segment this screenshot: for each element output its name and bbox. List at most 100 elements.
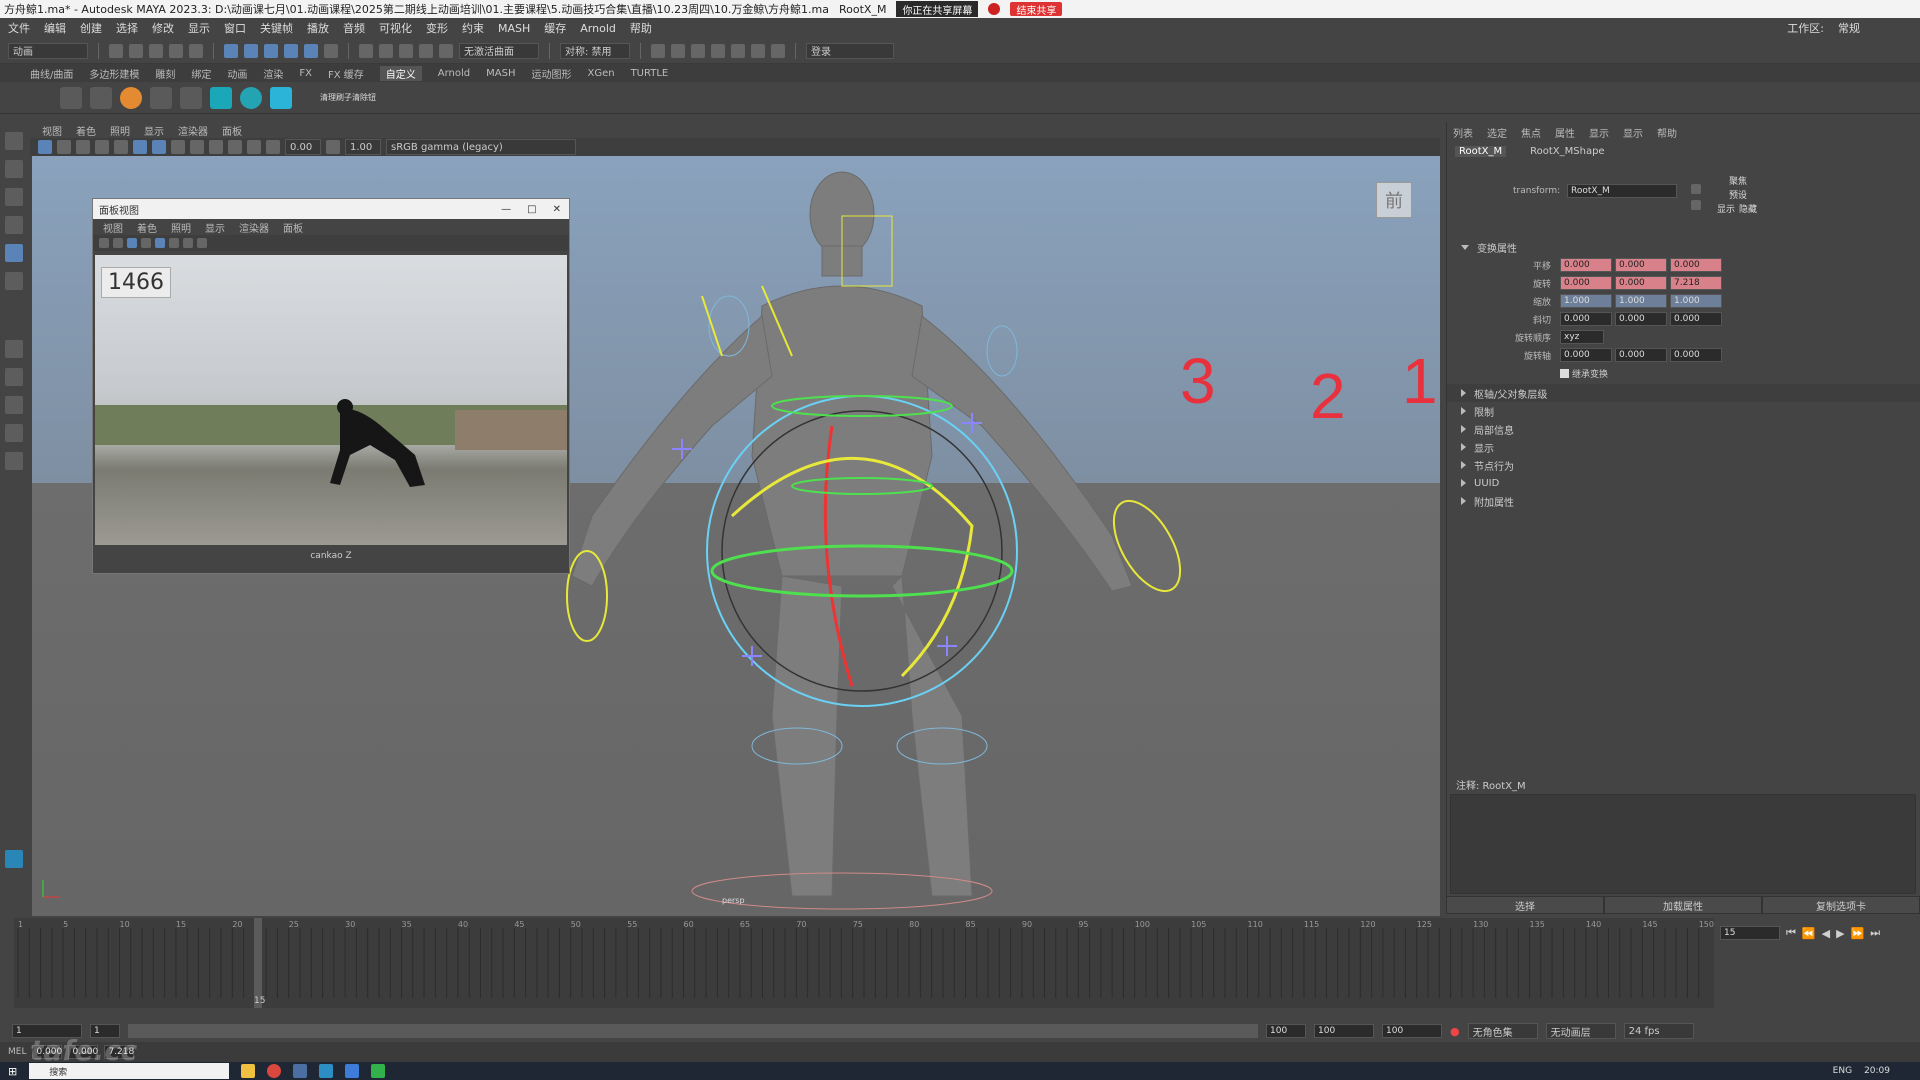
shadows-icon[interactable] <box>209 140 223 154</box>
shelf-tool-icon[interactable] <box>120 86 142 109</box>
viewport-menu-item[interactable]: 显示 <box>144 123 164 138</box>
step-back-frame-icon[interactable]: ◀ <box>1822 927 1830 940</box>
shelf-tab[interactable]: FX <box>299 68 312 79</box>
reference-window-titlebar[interactable]: 面板视图 — □ ✕ <box>93 199 569 219</box>
shelf-tab[interactable]: 曲线/曲面 <box>30 66 73 81</box>
move-tool-icon[interactable] <box>5 216 23 234</box>
hide-button[interactable]: 隐藏 <box>1739 202 1757 215</box>
rotate-tool-icon[interactable] <box>5 244 23 262</box>
viewport-menu-item[interactable]: 面板 <box>222 123 242 138</box>
lasso-tool-icon[interactable] <box>5 160 23 178</box>
windows-start-icon[interactable]: ⊞ <box>8 1065 17 1078</box>
shelf-folder-icon[interactable] <box>90 86 112 109</box>
select-component-icon[interactable] <box>264 43 278 58</box>
panel-tool-icon[interactable] <box>183 238 193 248</box>
maya-taskbar-icon[interactable] <box>319 1064 334 1078</box>
shelf-tab[interactable]: 多边形建模 <box>89 66 139 81</box>
render-frame-icon[interactable] <box>671 43 685 58</box>
panel-menu-item[interactable]: 视图 <box>103 220 123 235</box>
menu-item[interactable]: 编辑 <box>44 20 66 36</box>
shelf-tab[interactable]: FX 缓存 <box>328 66 364 81</box>
shelf-script-icon[interactable] <box>60 86 82 109</box>
color-space-dropdown[interactable]: sRGB gamma (legacy) <box>386 139 576 155</box>
snap-point-icon[interactable] <box>399 43 413 58</box>
live-surface-field[interactable]: 无激活曲面 <box>459 42 539 59</box>
rotate-axis-z-field[interactable]: 0.000 <box>1670 348 1722 362</box>
viewport-menu-item[interactable]: 照明 <box>110 123 130 138</box>
xray-icon[interactable] <box>228 140 242 154</box>
four-view-icon[interactable] <box>5 368 23 386</box>
taskbar-search[interactable]: 搜索 <box>29 1063 230 1079</box>
single-view-icon[interactable] <box>5 340 23 358</box>
ae-menu-item[interactable]: 帮助 <box>1657 125 1677 140</box>
panel-tool-icon[interactable] <box>141 238 151 248</box>
go-to-end-icon[interactable]: ⏭ <box>1870 926 1880 940</box>
exposure-icon[interactable] <box>266 140 280 154</box>
scale-z-field[interactable]: 1.000 <box>1670 294 1722 308</box>
copy-tab-button[interactable]: 复制选项卡 <box>1762 896 1920 914</box>
select-handles-icon[interactable] <box>304 43 318 58</box>
section-header[interactable]: 变换属性 <box>1447 238 1920 256</box>
load-attributes-button[interactable]: 加载属性 <box>1604 896 1762 914</box>
character-set-dropdown[interactable]: 无角色集 <box>1467 1023 1538 1039</box>
anim-layer-dropdown[interactable]: 无动画层 <box>1545 1023 1616 1039</box>
meeting-icon[interactable] <box>345 1064 360 1078</box>
ae-menu-item[interactable]: 显示 <box>1589 125 1609 140</box>
time-slider[interactable]: 1 5 10 15 20 25 30 35 40 45 50 55 60 65 70 75 80 85 90 95 10… <box>0 918 1920 1018</box>
panel-tool-icon[interactable] <box>113 238 123 248</box>
expand-triangle-icon[interactable] <box>1461 244 1469 250</box>
current-time-indicator[interactable] <box>254 918 262 1008</box>
show-button[interactable]: 显示 <box>1717 202 1735 215</box>
menu-item[interactable]: 音频 <box>343 20 365 36</box>
go-to-start-icon[interactable]: ⏮ <box>1786 926 1796 940</box>
section-header[interactable]: 枢轴/父对象层级 <box>1447 384 1920 402</box>
panel-tool-icon[interactable] <box>127 238 137 248</box>
maximize-icon[interactable]: □ <box>527 204 536 215</box>
rotate-axis-y-field[interactable]: 0.000 <box>1615 348 1667 362</box>
paint-select-icon[interactable] <box>5 188 23 206</box>
ae-menu-item[interactable]: 属性 <box>1555 125 1575 140</box>
ipr-render-icon[interactable] <box>691 43 705 58</box>
menu-item[interactable]: 显示 <box>188 20 210 36</box>
outliner-layout-icon[interactable] <box>5 424 23 442</box>
symmetry-dropdown[interactable]: 对称: 禁用 <box>560 42 630 59</box>
menu-item[interactable]: 文件 <box>8 20 30 36</box>
collapse-triangle-icon[interactable] <box>1461 425 1466 433</box>
menu-item[interactable]: 缓存 <box>544 20 566 36</box>
open-scene-icon[interactable] <box>129 43 143 58</box>
panel-menu-item[interactable]: 渲染器 <box>239 220 269 235</box>
auto-key-icon[interactable]: ● <box>1450 1025 1460 1038</box>
inherits-checkbox[interactable] <box>1560 368 1569 378</box>
scale-y-field[interactable]: 1.000 <box>1615 294 1667 308</box>
panel-menu-item[interactable]: 着色 <box>137 220 157 235</box>
menu-item[interactable]: 选择 <box>116 20 138 36</box>
viewport-menu-item[interactable]: 视图 <box>42 123 62 138</box>
collapse-triangle-icon[interactable] <box>1461 389 1466 397</box>
snap-view-icon[interactable] <box>419 43 433 58</box>
panel-menu-item[interactable]: 照明 <box>171 220 191 235</box>
wireframe-icon[interactable] <box>133 140 147 154</box>
rotate-y-field[interactable]: 0.000 <box>1615 276 1667 290</box>
chrome-icon[interactable] <box>267 1064 282 1078</box>
node-tab[interactable]: RootX_MShape <box>1530 146 1604 157</box>
rotate-axis-x-field[interactable]: 0.000 <box>1560 348 1612 362</box>
collapse-triangle-icon[interactable] <box>1461 479 1466 487</box>
select-button[interactable]: 选择 <box>1446 896 1604 914</box>
shoulder-control-right[interactable] <box>986 325 1018 377</box>
shelf-tab[interactable]: XGen <box>587 68 614 79</box>
presets-button[interactable]: 预设 <box>1729 188 1747 201</box>
menu-item[interactable]: 变形 <box>426 20 448 36</box>
fps-dropdown[interactable]: 24 fps <box>1623 1023 1694 1039</box>
undo-icon[interactable] <box>169 43 183 58</box>
ae-menu-item[interactable]: 选定 <box>1487 125 1507 140</box>
focus-button[interactable]: 聚焦 <box>1729 174 1747 187</box>
range-bar[interactable] <box>128 1024 1258 1038</box>
app-icon[interactable] <box>293 1064 308 1078</box>
shear-y-field[interactable]: 0.000 <box>1615 312 1667 326</box>
section-header[interactable]: 显示 <box>1447 438 1920 456</box>
shelf-tab[interactable]: 渲染 <box>263 66 283 81</box>
rotate-x-field[interactable]: 0.000 <box>1560 276 1612 290</box>
smooth-shade-icon[interactable] <box>152 140 166 154</box>
hypershade-icon[interactable] <box>731 43 745 58</box>
select-tool-icon[interactable] <box>5 132 23 150</box>
